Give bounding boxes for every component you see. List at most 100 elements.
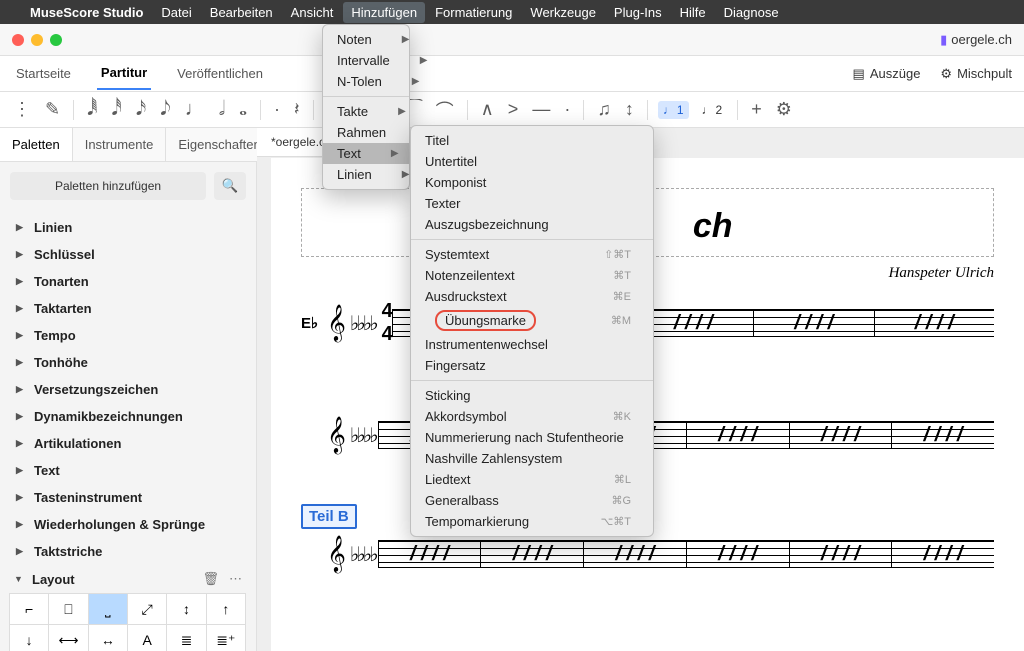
note-64th[interactable]: 𝅘𝅥𝅱 — [84, 96, 100, 123]
tab-startseite[interactable]: Startseite — [12, 58, 75, 89]
dot-icon[interactable]: · — [271, 97, 283, 122]
rest-icon[interactable]: 𝄽 — [291, 97, 303, 122]
palette-wiederholungen[interactable]: ▶Wiederholungen & Sprünge — [0, 511, 256, 538]
layout-cell[interactable]: ↕ — [166, 593, 206, 625]
slur-icon[interactable]: ⌒ — [433, 95, 457, 125]
key-signature: ♭♭♭♭ — [346, 311, 378, 336]
mi-texter[interactable]: Texter — [411, 193, 653, 214]
mi-sticking[interactable]: Sticking — [411, 385, 653, 406]
mi-liedtext[interactable]: Liedtext⌘L — [411, 469, 653, 490]
mi-tempomarkierung[interactable]: Tempomarkierung⌥⌘T — [411, 511, 653, 532]
palette-taktstriche[interactable]: ▶Taktstriche — [0, 538, 256, 565]
tenuto-icon[interactable]: — — [529, 97, 553, 122]
parts-button[interactable]: ▤Auszüge — [853, 66, 921, 82]
subtab-paletten[interactable]: Paletten — [0, 128, 73, 161]
more-dots-icon[interactable]: ⋯ — [229, 571, 242, 587]
palette-text[interactable]: ▶Text — [0, 457, 256, 484]
menu-hinzufuegen[interactable]: Hinzufügen — [343, 2, 425, 23]
menu-plugins[interactable]: Plug-Ins — [614, 5, 662, 20]
mixer-button[interactable]: ⚙Mischpult — [940, 66, 1012, 82]
palette-linien[interactable]: ▶Linien — [0, 214, 256, 241]
menu-formatierung[interactable]: Formatierung — [435, 5, 512, 20]
minimize-window-icon[interactable] — [31, 34, 43, 46]
fullscreen-window-icon[interactable] — [50, 34, 62, 46]
mi-komponist[interactable]: Komponist — [411, 172, 653, 193]
menu-noten[interactable]: Noten▶ — [323, 29, 409, 50]
layout-cell[interactable]: ⎕ — [48, 593, 88, 625]
menu-ansicht[interactable]: Ansicht — [291, 5, 334, 20]
note-32nd[interactable]: 𝅘𝅥𝅰 — [109, 96, 125, 123]
layout-cell[interactable]: ⎵ — [88, 593, 128, 625]
trash-icon[interactable]: 🗑 — [202, 571, 219, 587]
note-8th[interactable]: 𝅘𝅥𝅮 — [157, 96, 173, 123]
accent-icon[interactable]: > — [505, 97, 522, 122]
palette-versetzungszeichen[interactable]: ▶Versetzungszeichen — [0, 376, 256, 403]
mi-nashville[interactable]: Nashville Zahlensystem — [411, 448, 653, 469]
palette-tasteninstrument[interactable]: ▶Tasteninstrument — [0, 484, 256, 511]
palette-dynamik[interactable]: ▶Dynamikbezeichnungen — [0, 403, 256, 430]
app-name[interactable]: MuseScore Studio — [30, 5, 143, 20]
mi-stufentheorie[interactable]: Nummerierung nach Stufentheorie — [411, 427, 653, 448]
note-half[interactable]: 𝅗𝅥 — [216, 96, 228, 123]
rehearsal-mark[interactable]: Teil B — [301, 504, 357, 529]
palette-taktarten[interactable]: ▶Taktarten — [0, 295, 256, 322]
mi-uebungsmarke[interactable]: Übungsmarke⌘M — [411, 307, 653, 334]
mi-fingersatz[interactable]: Fingersatz — [411, 355, 653, 376]
layout-cell[interactable]: ≣⁺ — [206, 624, 246, 651]
staff-3[interactable]: / / / // / / // / / // / / // / / // / /… — [378, 540, 994, 568]
menu-hilfe[interactable]: Hilfe — [680, 5, 706, 20]
mi-untertitel[interactable]: Untertitel — [411, 151, 653, 172]
mi-akkordsymbol[interactable]: Akkordsymbol⌘K — [411, 406, 653, 427]
marcato-icon[interactable]: ∧ — [478, 97, 497, 122]
add-icon[interactable]: + — [748, 97, 765, 122]
palette-tonhoehe[interactable]: ▶Tonhöhe — [0, 349, 256, 376]
note-quarter[interactable]: ♩ — [182, 96, 208, 123]
menu-takte[interactable]: Takte▶ — [323, 101, 409, 122]
layout-cell[interactable]: ⌐ — [9, 593, 49, 625]
menu-intervalle[interactable]: Intervalle▶ — [323, 50, 409, 71]
menu-linien[interactable]: Linien▶ — [323, 164, 409, 185]
search-palette-button[interactable]: 🔍 — [214, 172, 246, 200]
add-palette-button[interactable]: Paletten hinzufügen — [10, 172, 206, 200]
pencil-icon[interactable]: ✎ — [42, 97, 63, 122]
note-whole[interactable]: 𝅝 — [236, 96, 250, 123]
mi-auszugsbez[interactable]: Auszugsbezeichnung — [411, 214, 653, 235]
menu-werkzeuge[interactable]: Werkzeuge — [530, 5, 596, 20]
menu-rahmen[interactable]: Rahmen▶ — [323, 122, 409, 143]
mi-titel[interactable]: Titel — [411, 130, 653, 151]
layout-cell[interactable]: A — [127, 624, 167, 651]
menu-diagnose[interactable]: Diagnose — [724, 5, 779, 20]
voice-2-button[interactable]: ♩2 — [697, 101, 728, 119]
staccato-icon[interactable]: · — [561, 97, 573, 122]
mi-generalbass[interactable]: Generalbass⌘G — [411, 490, 653, 511]
palette-layout[interactable]: ▼Layout — [14, 572, 75, 587]
flip-icon[interactable]: ↕ — [622, 97, 637, 122]
mi-ausdruckstext[interactable]: Ausdruckstext⌘E — [411, 286, 653, 307]
mi-instrumentenwechsel[interactable]: Instrumentenwechsel — [411, 334, 653, 355]
menu-ntolen[interactable]: N-Tolen▶ — [323, 71, 409, 92]
layout-cell[interactable]: ⤢ — [127, 593, 167, 625]
menu-datei[interactable]: Datei — [161, 5, 191, 20]
palette-schluessel[interactable]: ▶Schlüssel — [0, 241, 256, 268]
layout-cell[interactable]: ↔ — [88, 624, 128, 651]
tab-veroeffentlichen[interactable]: Veröffentlichen — [173, 58, 267, 89]
mi-notenzeilentext[interactable]: Notenzeilentext⌘T — [411, 265, 653, 286]
layout-cell[interactable]: ≣ — [166, 624, 206, 651]
subtab-instrumente[interactable]: Instrumente — [73, 128, 167, 161]
settings-icon[interactable]: ⚙ — [773, 97, 795, 122]
note-16th[interactable]: 𝅘𝅥𝅯 — [133, 96, 149, 123]
palette-tempo[interactable]: ▶Tempo — [0, 322, 256, 349]
tab-partitur[interactable]: Partitur — [97, 57, 151, 90]
palette-artikulationen[interactable]: ▶Artikulationen — [0, 430, 256, 457]
menu-text[interactable]: Text▶ — [323, 143, 409, 164]
close-window-icon[interactable] — [12, 34, 24, 46]
menu-dots-icon[interactable]: ⋮ — [10, 97, 34, 122]
layout-cell[interactable]: ↑ — [206, 593, 246, 625]
menu-bearbeiten[interactable]: Bearbeiten — [210, 5, 273, 20]
mi-systemtext[interactable]: Systemtext⇧⌘T — [411, 244, 653, 265]
tuplet-icon[interactable]: ♫ — [594, 97, 614, 122]
palette-tonarten[interactable]: ▶Tonarten — [0, 268, 256, 295]
layout-cell[interactable]: ⟷ — [48, 624, 88, 651]
layout-cell[interactable]: ↓ — [9, 624, 49, 651]
voice-1-button[interactable]: ♩1 — [658, 101, 689, 119]
